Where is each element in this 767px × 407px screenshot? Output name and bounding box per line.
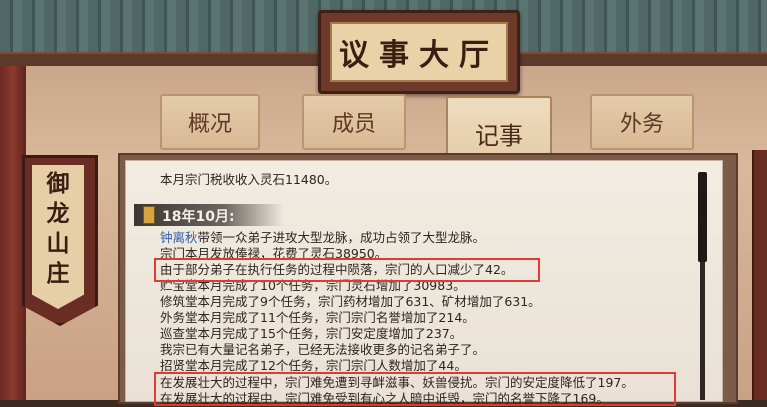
right-banner-edge — [752, 150, 767, 400]
log-entry: 外务堂本月完成了11个任务，宗门宗门名誉增加了214。 — [160, 310, 475, 325]
log-entry: 我宗已有大量记名弟子，已经无法接收更多的记名弟子了。 — [160, 342, 486, 357]
banner-char: 庄 — [46, 260, 70, 287]
sect-name-banner: 御 龙 山 庄 — [22, 155, 98, 326]
tab-label: 成员 — [331, 112, 376, 137]
disciple-name-link[interactable]: 钟离秋 — [160, 230, 198, 245]
tab-label: 记事 — [475, 121, 523, 150]
hall-title-plaque: 议事大厅 — [318, 10, 520, 94]
highlight-box — [154, 258, 540, 282]
banner-char: 御 — [46, 170, 70, 197]
log-entry-text: 带领一众弟子进攻大型龙脉，成功占领了大型龙脉。 — [197, 230, 486, 245]
banner-char: 龙 — [46, 200, 70, 227]
log-scrollbar-thumb[interactable] — [698, 172, 707, 262]
log-entry: 巡查堂本月完成了15个任务，宗门安定度增加了237。 — [160, 326, 463, 341]
log-date: 18年10月: — [162, 209, 235, 225]
tab-label: 外务 — [619, 112, 664, 137]
tab-external-affairs[interactable]: 外务 — [590, 94, 694, 150]
scroll-icon — [143, 206, 155, 224]
log-line-intro: 本月宗门税收收入灵石11480。 — [160, 172, 338, 187]
hall-title: 议事大厅 — [339, 38, 499, 73]
tab-overview[interactable]: 概况 — [160, 94, 260, 150]
highlight-box — [154, 372, 676, 406]
log-entry: 钟离秋带领一众弟子进攻大型龙脉，成功占领了大型龙脉。 — [160, 230, 485, 246]
tab-members[interactable]: 成员 — [302, 94, 406, 150]
tab-label: 概况 — [187, 112, 232, 137]
banner-char: 山 — [46, 230, 70, 257]
log-entry: 修筑堂本月完成了9个任务，宗门药材增加了631、矿材增加了631。 — [160, 294, 541, 309]
